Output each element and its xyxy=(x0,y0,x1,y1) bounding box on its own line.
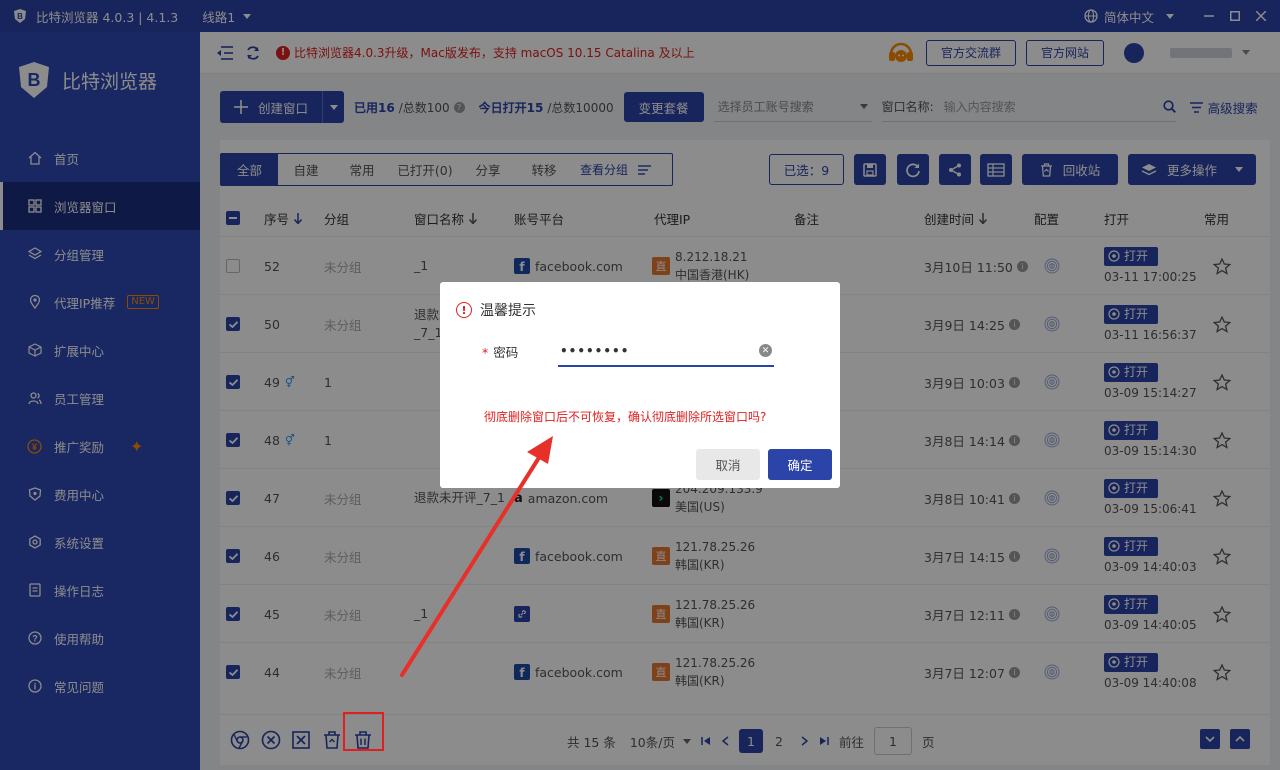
delete-warning: 彻底删除窗口后不可恢复，确认彻底删除所选窗口吗? xyxy=(484,410,767,424)
dialog-title: ! 温馨提示 xyxy=(456,300,536,320)
cancel-button[interactable]: 取消 xyxy=(696,449,760,480)
password-label: * 密码 xyxy=(482,345,519,360)
clear-icon[interactable]: ✕ xyxy=(759,344,772,357)
annotation-highlight-box xyxy=(343,712,384,751)
password-value[interactable]: •••••••• xyxy=(560,344,629,358)
confirm-button[interactable]: 确定 xyxy=(768,449,832,480)
password-label-text: 密码 xyxy=(493,345,519,360)
dialog-title-text: 温馨提示 xyxy=(480,303,536,319)
warning-icon: ! xyxy=(456,302,472,318)
password-field[interactable]: •••••••• ✕ xyxy=(558,336,774,367)
confirm-dialog: ! 温馨提示 * 密码 •••••••• ✕ 彻底删除窗口后不可恢复，确认彻底删除… xyxy=(440,282,840,488)
